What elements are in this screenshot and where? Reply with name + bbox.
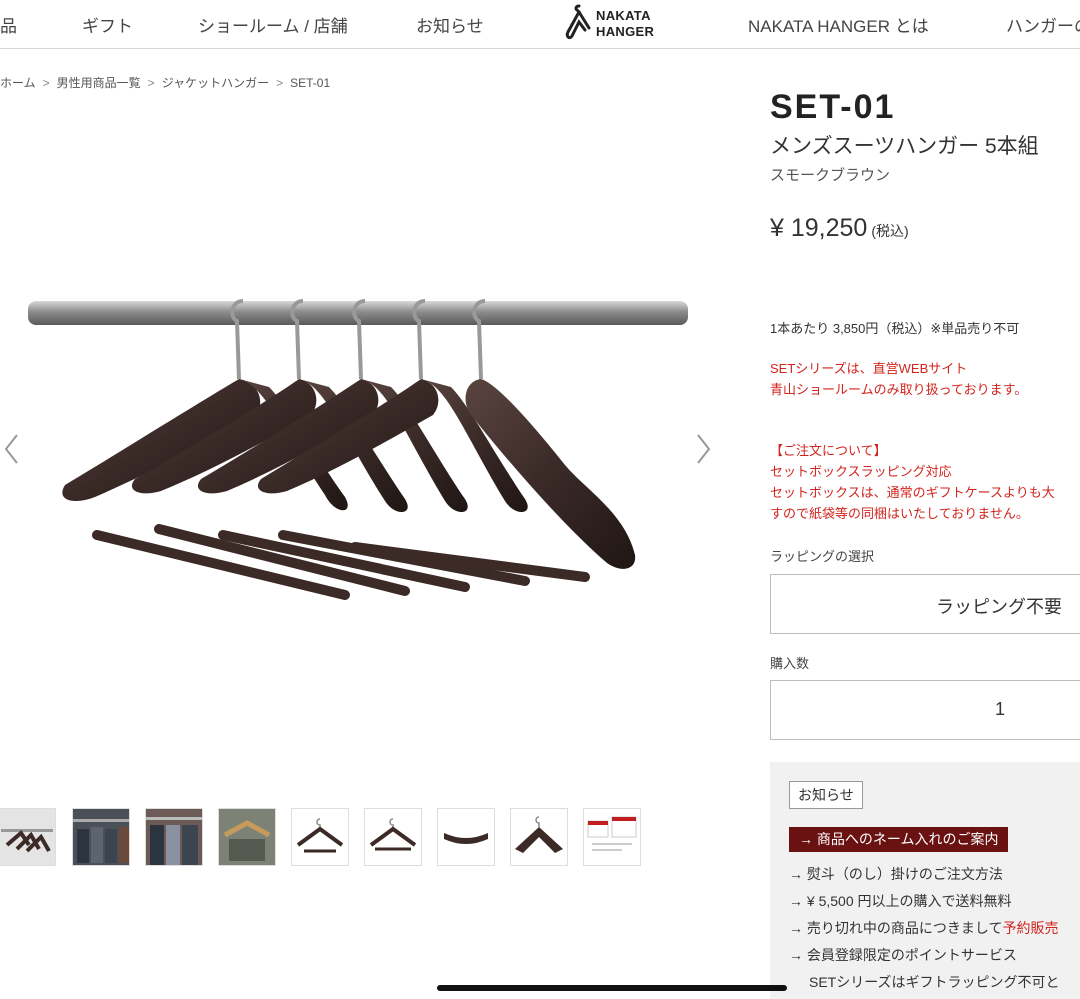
thumbnail-2[interactable] (72, 808, 130, 866)
price-value: ¥ 19,250 (770, 214, 868, 242)
brand-logo[interactable]: NAKATA HANGER (563, 2, 663, 44)
hanger-5 (350, 299, 636, 582)
nav-item-hangers[interactable]: ハンガーの (1006, 12, 1080, 37)
breadcrumb-current: SET-01 (290, 76, 331, 90)
carousel-prev-button[interactable] (2, 432, 22, 466)
home-indicator[interactable] (437, 985, 787, 991)
news-link-noshi[interactable]: → 熨斗（のし）掛けのご注文方法 (789, 864, 1003, 884)
nav-item-gift[interactable]: ギフト (82, 12, 133, 37)
order-note-line: セットボックスラッピング対応 (770, 464, 952, 479)
news-link-free-shipping[interactable]: → ¥ 5,500 円以上の購入で送料無料 (789, 891, 1012, 911)
wrapping-select-value: ラッピング不要 (936, 597, 1062, 617)
thumbnail-8[interactable] (510, 808, 568, 866)
news-link-sold-out-text: → 売り切れ中の商品につきまして (789, 920, 1003, 936)
quantity-select[interactable]: 1 (770, 680, 1080, 740)
nav-item-products[interactable]: 品 (0, 12, 17, 37)
top-navigation: 品 ギフト ショールーム / 店舗 お知らせ NAKATA HANGER NAK… (0, 0, 1080, 49)
breadcrumb-mens-products[interactable]: 男性用商品一覧 (57, 74, 141, 91)
breadcrumb-separator: > (276, 76, 284, 90)
main-product-image (25, 265, 690, 620)
news-link-sold-out[interactable]: → 売り切れ中の商品につきまして予約販売 (789, 918, 1058, 938)
thumbnail-1[interactable] (0, 808, 56, 866)
set-note-line: 青山ショールームのみ取り扱っております。 (770, 382, 1028, 397)
logo-text-line2: HANGER (596, 24, 655, 39)
thumbnail-6[interactable] (364, 808, 422, 866)
nav-item-showroom[interactable]: ショールーム / 店舗 (198, 12, 348, 37)
name-engraving-button[interactable]: → 商品へのネーム入れのご案内 (789, 827, 1009, 852)
quantity-select-value: 1 (995, 699, 1006, 719)
breadcrumb-home[interactable]: ホーム (0, 74, 36, 91)
carousel-next-button[interactable] (694, 432, 714, 466)
hanger-logo-icon (565, 4, 591, 40)
order-note-line: すので紙袋等の同梱はいたしておりません。 (770, 506, 1029, 521)
nav-item-about[interactable]: NAKATA HANGER とは (748, 12, 929, 37)
product-color: スモークブラウン (770, 167, 891, 184)
breadcrumb: ホーム > 男性用商品一覧 > ジャケットハンガー > SET-01 (0, 74, 330, 91)
thumbnail-5[interactable] (291, 808, 349, 866)
order-note: 【ご注文について】 セットボックスラッピング対応 セットボックスは、通常のギフト… (770, 440, 1055, 524)
price-tax-label: (税込) (871, 223, 909, 239)
news-link-preorder: 予約販売 (1002, 920, 1059, 936)
wrapping-select[interactable]: ラッピング不要 (770, 574, 1080, 634)
set-note-line: SETシリーズは、直営WEBサイト (770, 361, 968, 376)
news-set-wrapping-note: SETシリーズはギフトラッピング不可と (809, 974, 1060, 990)
news-box: お知らせ → 商品へのネーム入れのご案内 → 熨斗（のし）掛けのご注文方法 → … (770, 762, 1080, 999)
quantity-label: 購入数 (770, 656, 810, 671)
product-name: メンズスーツハンガー 5本組 (770, 135, 1039, 158)
thumbnail-7[interactable] (437, 808, 495, 866)
set-series-note: SETシリーズは、直営WEBサイト 青山ショールームのみ取り扱っております。 (770, 358, 1027, 400)
per-unit-price: 1本あたり 3,850円（税込）※単品売り不可 (770, 321, 1020, 336)
product-model: SET-01 (770, 88, 896, 126)
order-note-line: セットボックスは、通常のギフトケースよりも大 (770, 485, 1055, 500)
chevron-right-icon (697, 434, 711, 464)
chevron-left-icon (4, 434, 18, 464)
product-price: ¥ 19,250 (税込) (770, 214, 909, 243)
breadcrumb-separator: > (147, 76, 155, 90)
thumbnail-4[interactable] (218, 808, 276, 866)
news-link-points[interactable]: → 会員登録限定のポイントサービス (789, 945, 1017, 965)
logo-text-line1: NAKATA (596, 8, 651, 23)
nav-item-news[interactable]: お知らせ (416, 12, 484, 37)
wrapping-label: ラッピングの選択 (770, 549, 875, 564)
breadcrumb-jacket-hangers[interactable]: ジャケットハンガー (162, 74, 269, 91)
thumbnail-3[interactable] (145, 808, 203, 866)
news-tag: お知らせ (789, 781, 863, 809)
order-note-line: 【ご注文について】 (770, 443, 887, 458)
thumbnail-9[interactable] (583, 808, 641, 866)
breadcrumb-separator: > (42, 76, 50, 90)
